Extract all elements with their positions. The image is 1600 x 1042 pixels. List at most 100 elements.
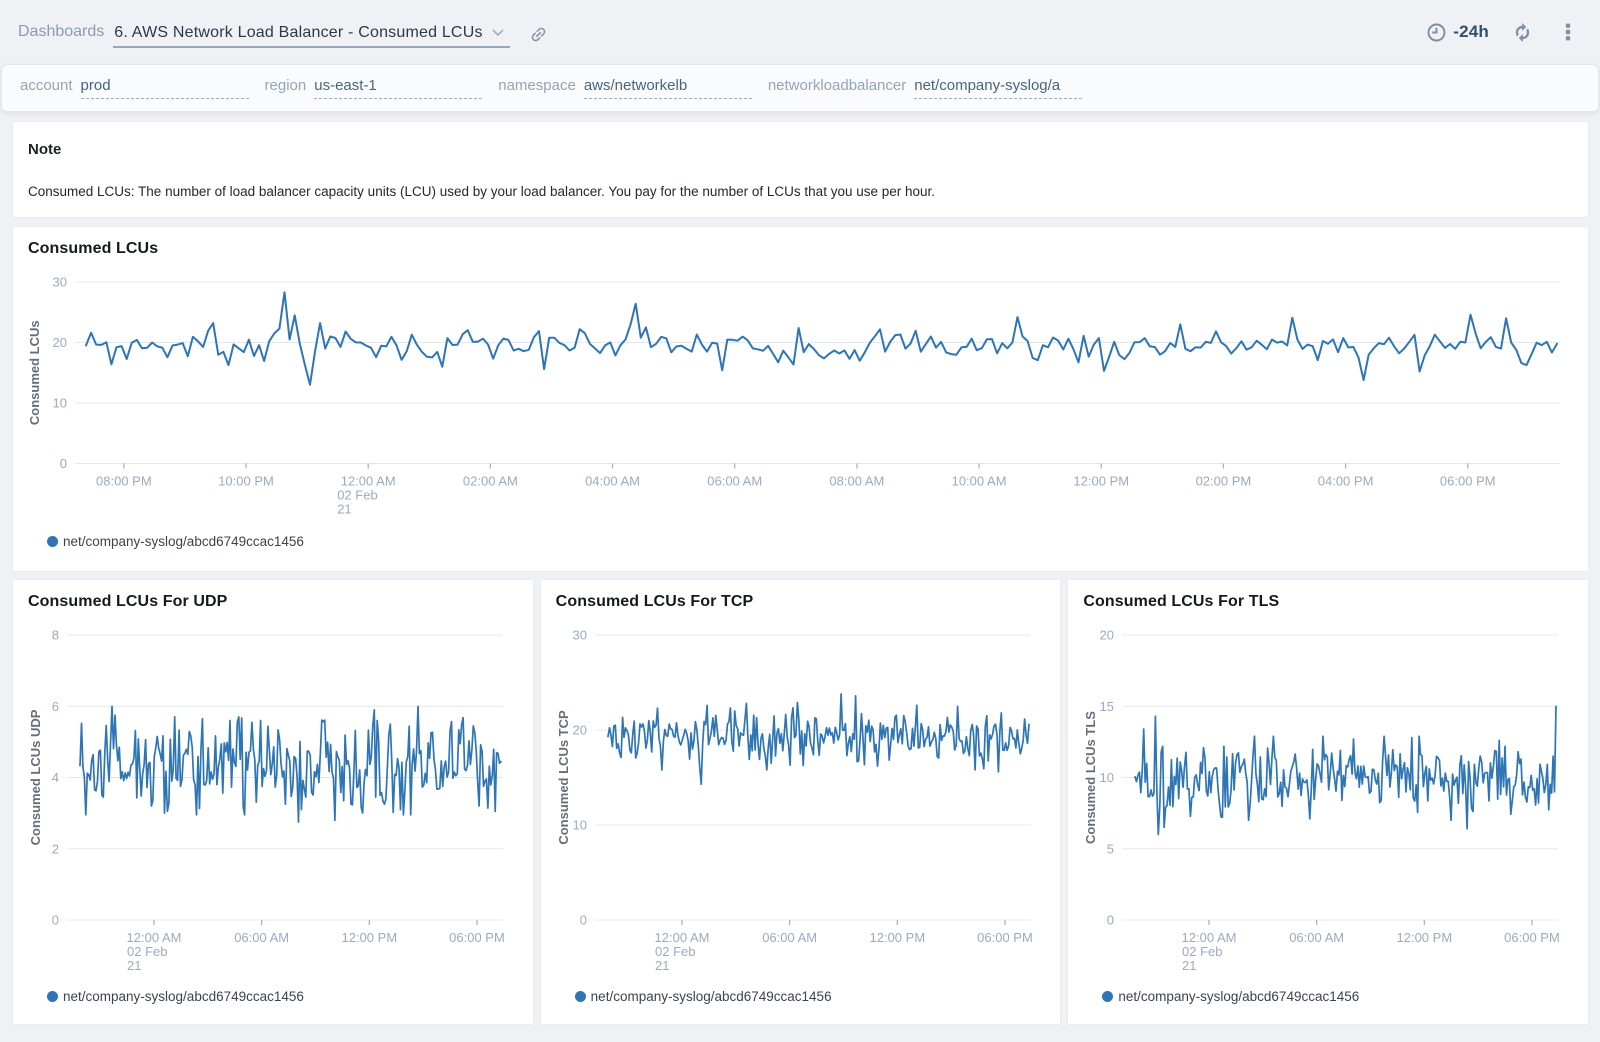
- x-tick-label: 12:00 PM: [1073, 474, 1129, 489]
- x-tick-label: 12:00 AM: [1182, 930, 1237, 945]
- y-tick-label: 0: [1107, 913, 1114, 928]
- x-tick-date-label: 02 Feb: [655, 944, 695, 959]
- y-axis-label: Consumed LCUs UDP: [28, 709, 43, 845]
- note-panel: Note Consumed LCUs: The number of load b…: [13, 122, 1588, 217]
- filter-bar: account prod regionus-east-1 namespaceaws/n…: [1, 64, 1599, 112]
- y-tick-label: 20: [572, 723, 586, 738]
- legend-label: net/company-syslog/abcd6749ccac1456: [1118, 989, 1359, 1004]
- dashboard-title-dropdown[interactable]: 6. AWS Network Load Balancer - Consumed …: [113, 24, 509, 48]
- time-range-button[interactable]: -24h: [1427, 22, 1489, 42]
- filter-value-input[interactable]: us-east-1: [314, 77, 482, 99]
- panel-consumed-lcus: Consumed LCUs 0 10 20 30 08:00 PM 10:00 PM 12:…: [13, 227, 1588, 571]
- y-tick-label: 20: [1100, 628, 1114, 643]
- x-tick-label: 06:00 AM: [762, 930, 817, 945]
- legend-label: net/company-syslog/abcd6749ccac1456: [63, 989, 304, 1004]
- bottom-row: Consumed LCUs For UDP 0246812:00 AM02 Fe…: [13, 580, 1588, 1024]
- breadcrumb-dashboards[interactable]: Dashboards: [18, 23, 104, 41]
- x-tick-label: 04:00 PM: [1318, 474, 1374, 489]
- x-tick-label: 06:00 PM: [449, 930, 505, 945]
- x-tick-label: 12:00 AM: [654, 930, 709, 945]
- panel-consumed-lcus-tcp: Consumed LCUs For TCP 010203012:00 AM02 …: [541, 580, 1061, 1024]
- y-tick-label: 2: [52, 841, 59, 856]
- y-tick-label: 5: [1107, 841, 1114, 856]
- x-tick-label: 10:00 AM: [952, 474, 1007, 489]
- y-tick-label: 30: [572, 628, 586, 643]
- filter-value-input[interactable]: prod: [81, 77, 249, 99]
- x-tick-label: 12:00 AM: [341, 474, 396, 489]
- filter-region: regionus-east-1: [265, 77, 483, 99]
- y-tick-label: 0: [60, 456, 67, 471]
- x-tick-date-label: 21: [655, 958, 669, 973]
- y-tick-label: 0: [52, 913, 59, 928]
- kebab-menu-icon[interactable]: [1565, 23, 1571, 41]
- filter-namespace: namespaceaws/networkelb: [498, 77, 752, 99]
- series-line: [86, 292, 1557, 385]
- x-tick-label: 12:00 PM: [869, 930, 925, 945]
- x-tick-label: 10:00 PM: [218, 474, 274, 489]
- legend-main[interactable]: net/company-syslog/abcd6749ccac1456: [47, 534, 304, 549]
- x-tick-date-label: 02 Feb: [1182, 944, 1222, 959]
- filter-label: networkloadbalancer: [768, 77, 906, 94]
- x-tick-label: 02:00 PM: [1196, 474, 1252, 489]
- panel-consumed-lcus-tls: Consumed LCUs For TLS 0510152012:00 AM02…: [1068, 580, 1588, 1024]
- share-link-icon[interactable]: [529, 25, 548, 44]
- line-chart-udp[interactable]: 0 2 4 6 8 12:00 AM02 Feb21 06:00 AM 12:00 PM 06:…: [13, 580, 532, 980]
- x-tick-label: 12:00 PM: [1397, 930, 1453, 945]
- x-tick-date-label: 21: [1182, 958, 1196, 973]
- legend-udp[interactable]: net/company-syslog/abcd6749ccac1456: [47, 989, 304, 1004]
- y-tick-label: 10: [572, 818, 586, 833]
- note-body: Consumed LCUs: The number of load balanc…: [28, 184, 1573, 199]
- legend-label: net/company-syslog/abcd6749ccac1456: [63, 534, 304, 549]
- legend-label: net/company-syslog/abcd6749ccac1456: [591, 989, 832, 1004]
- y-tick-label: 4: [52, 770, 59, 785]
- series-line: [80, 706, 501, 822]
- refresh-icon[interactable]: [1513, 23, 1532, 42]
- x-tick-label: 04:00 AM: [585, 474, 640, 489]
- x-tick-label: 12:00 PM: [342, 930, 398, 945]
- clock-icon: [1427, 23, 1446, 42]
- filter-account: account prod: [20, 77, 249, 99]
- x-tick-label: 06:00 PM: [977, 930, 1033, 945]
- series-line: [1135, 706, 1556, 834]
- y-axis-label: Consumed LCUs: [27, 320, 42, 425]
- series-line: [608, 694, 1029, 784]
- line-chart-consumed-lcus[interactable]: 0 10 20 30 08:00 PM 10:00 PM 12:00 AM02 Feb21 0…: [13, 227, 1588, 527]
- chevron-down-icon: [492, 29, 504, 37]
- x-tick-date-label: 02 Feb: [127, 944, 167, 959]
- legend-tcp[interactable]: net/company-syslog/abcd6749ccac1456: [575, 989, 832, 1004]
- y-tick-label: 10: [53, 396, 67, 411]
- y-tick-label: 10: [1100, 770, 1114, 785]
- x-tick-label: 12:00 AM: [127, 930, 182, 945]
- x-tick-label: 08:00 PM: [96, 474, 152, 489]
- y-tick-label: 6: [52, 699, 59, 714]
- top-bar: Dashboards 6. AWS Network Load Balancer …: [0, 0, 1600, 64]
- x-tick-date-label: 02 Feb: [337, 488, 377, 503]
- x-tick-label: 02:00 AM: [463, 474, 518, 489]
- panel-consumed-lcus-udp: Consumed LCUs For UDP 0246812:00 AM02 Fe…: [13, 580, 533, 1024]
- y-tick-label: 30: [53, 275, 67, 290]
- time-range-value: -24h: [1453, 22, 1489, 42]
- filter-value-input[interactable]: net/company-syslog/a: [914, 77, 1082, 99]
- filter-label: account: [20, 77, 73, 94]
- x-tick-date-label: 21: [337, 502, 351, 517]
- y-tick-label: 8: [52, 628, 59, 643]
- filter-value-input[interactable]: aws/networkelb: [584, 77, 752, 99]
- x-tick-label: 06:00 AM: [1290, 930, 1345, 945]
- legend-dot: [47, 991, 58, 1002]
- y-tick-label: 0: [579, 913, 586, 928]
- filter-networkloadbalancer: networkloadbalancer net/company-syslog/a: [768, 77, 1082, 99]
- legend-dot: [575, 991, 586, 1002]
- legend-dot: [1102, 991, 1113, 1002]
- legend-tls[interactable]: net/company-syslog/abcd6749ccac1456: [1102, 989, 1359, 1004]
- line-chart-tcp[interactable]: 0 10 20 30 12:00 AM02 Feb21 06:00 AM 12:00 PM 0…: [541, 580, 1060, 980]
- legend-dot: [47, 536, 58, 547]
- x-tick-date-label: 21: [127, 958, 141, 973]
- line-chart-tls[interactable]: 0510152012:00 AM02 Feb2106:00 AM12:00 PM…: [1068, 580, 1587, 980]
- x-tick-label: 06:00 AM: [707, 474, 762, 489]
- y-tick-label: 20: [53, 335, 67, 350]
- x-tick-label: 06:00 AM: [234, 930, 289, 945]
- note-title: Note: [28, 141, 1573, 158]
- x-tick-label: 06:00 PM: [1504, 930, 1560, 945]
- x-tick-label: 08:00 AM: [829, 474, 884, 489]
- dashboard-title: 6. AWS Network Load Balancer - Consumed …: [114, 24, 482, 42]
